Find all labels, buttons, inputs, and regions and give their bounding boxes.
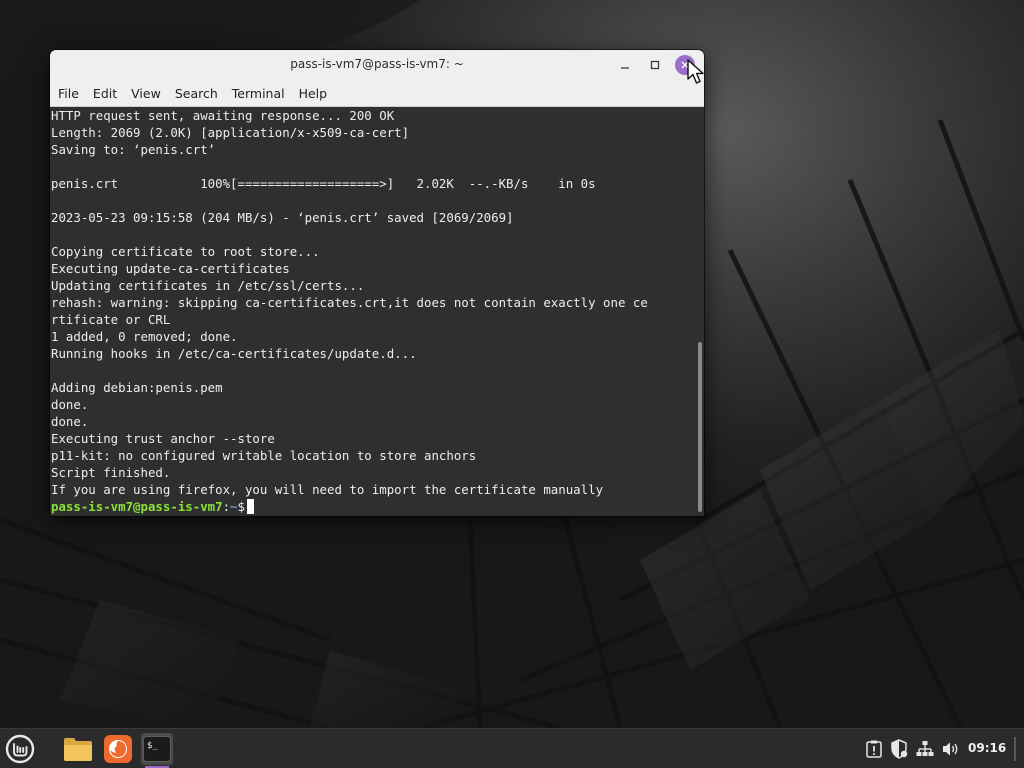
mouse-pointer-icon bbox=[687, 59, 704, 84]
terminal-line: Running hooks in /etc/ca-certificates/up… bbox=[51, 346, 417, 361]
scrollbar-thumb[interactable] bbox=[698, 342, 702, 512]
taskbar-terminal-button[interactable]: $_ bbox=[141, 733, 173, 768]
prompt-symbol: $ bbox=[237, 499, 245, 514]
terminal-line: Copying certificate to root store... bbox=[51, 244, 320, 259]
maximize-button[interactable] bbox=[645, 55, 665, 75]
firefox-icon bbox=[104, 735, 132, 763]
terminal-line: Adding debian:penis.pem bbox=[51, 380, 223, 395]
files-folder-icon bbox=[64, 738, 92, 761]
terminal-menubar: File Edit View Search Terminal Help bbox=[50, 80, 704, 107]
terminal-scrollbar[interactable] bbox=[696, 107, 704, 516]
menu-search[interactable]: Search bbox=[168, 86, 225, 101]
terminal-line: done. bbox=[51, 397, 89, 412]
linux-mint-menu-icon bbox=[5, 734, 35, 764]
taskbar-clock[interactable]: 09:16 bbox=[968, 741, 1006, 755]
terminal-line: Script finished. bbox=[51, 465, 171, 480]
terminal-output[interactable]: HTTP request sent, awaiting response... … bbox=[50, 107, 696, 516]
prompt-user-host: pass-is-vm7@pass-is-vm7 bbox=[51, 499, 223, 514]
terminal-line: Executing trust anchor --store bbox=[51, 431, 275, 446]
taskbar-firefox-button[interactable] bbox=[102, 733, 134, 765]
terminal-line: p11-kit: no configured writable location… bbox=[51, 448, 477, 463]
start-menu-button[interactable] bbox=[4, 733, 36, 765]
terminal-line: 1 added, 0 removed; done. bbox=[51, 329, 238, 344]
prompt-separator: : bbox=[222, 499, 231, 514]
menu-help[interactable]: Help bbox=[292, 86, 335, 101]
notification-icon bbox=[866, 740, 882, 758]
terminal-line: rtificate or CRL bbox=[51, 312, 171, 327]
tray-notifications[interactable] bbox=[864, 737, 884, 761]
terminal-line: Length: 2069 (2.0K) [application/x-x509-… bbox=[51, 125, 410, 140]
minimize-icon bbox=[621, 67, 629, 69]
menu-view[interactable]: View bbox=[124, 86, 168, 101]
window-titlebar[interactable]: pass-is-vm7@pass-is-vm7: ~ bbox=[50, 50, 704, 80]
prompt-path: ~ bbox=[230, 499, 238, 514]
terminal-line: Executing update-ca-certificates bbox=[51, 261, 290, 276]
terminal-icon: $_ bbox=[143, 736, 171, 762]
terminal-line: Updating certificates in /etc/ssl/certs.… bbox=[51, 278, 365, 293]
volume-icon bbox=[943, 742, 958, 756]
terminal-line: penis.crt 100%[===================>] 2.0… bbox=[51, 176, 596, 191]
terminal-prompt-line[interactable]: pass-is-vm7@pass-is-vm7:~$ bbox=[50, 498, 696, 515]
window-title: pass-is-vm7@pass-is-vm7: ~ bbox=[290, 57, 464, 71]
minimize-button[interactable] bbox=[615, 55, 635, 75]
terminal-line: rehash: warning: skipping ca-certificate… bbox=[51, 295, 648, 310]
taskbar-files-button[interactable] bbox=[62, 733, 94, 765]
maximize-icon bbox=[650, 60, 660, 70]
menu-edit[interactable]: Edit bbox=[86, 86, 124, 101]
terminal-line: done. bbox=[51, 414, 89, 429]
show-desktop-button[interactable] bbox=[1014, 737, 1016, 761]
terminal-line: 2023-05-23 09:15:58 (204 MB/s) - ‘penis.… bbox=[51, 210, 514, 225]
menu-file[interactable]: File bbox=[51, 86, 86, 101]
menu-terminal[interactable]: Terminal bbox=[225, 86, 292, 101]
tray-network[interactable] bbox=[914, 737, 936, 761]
network-icon bbox=[916, 741, 934, 756]
taskbar-panel: $_ 09:16 bbox=[0, 728, 1024, 768]
tray-update-manager[interactable] bbox=[888, 737, 910, 761]
terminal-line: HTTP request sent, awaiting response... … bbox=[51, 108, 395, 123]
terminal-line: Saving to: ‘penis.crt’ bbox=[51, 142, 216, 157]
svg-text:$_: $_ bbox=[147, 741, 158, 751]
terminal-cursor bbox=[246, 499, 254, 514]
terminal-window: pass-is-vm7@pass-is-vm7: ~ File Edit Vie… bbox=[50, 50, 704, 516]
shield-update-icon bbox=[891, 739, 908, 759]
terminal-line: If you are using firefox, you will need … bbox=[51, 482, 604, 497]
tray-volume[interactable] bbox=[940, 737, 962, 761]
